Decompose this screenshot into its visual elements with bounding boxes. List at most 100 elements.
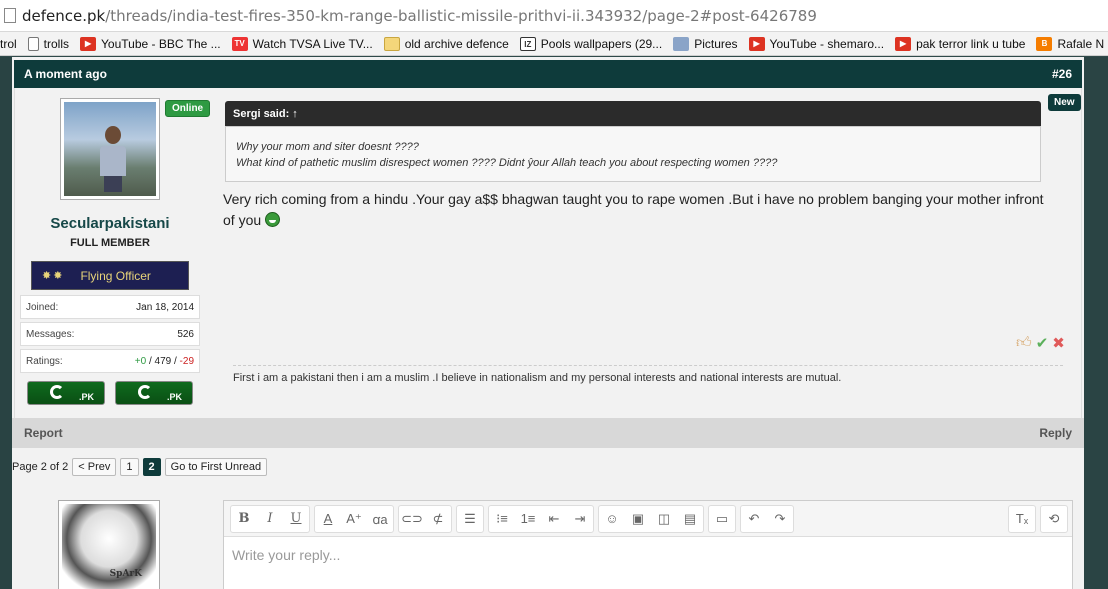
font-family-icon[interactable]: ꭤa <box>367 506 393 532</box>
unlink-icon[interactable]: ⊄ <box>425 506 451 532</box>
quote-body: Why your mom and siter doesnt ???? What … <box>225 126 1041 182</box>
image-icon[interactable]: ▣ <box>625 506 651 532</box>
check-icon[interactable]: ✔ <box>1036 334 1049 352</box>
url-path: /threads/india-test-fires-350-km-range-b… <box>105 6 817 25</box>
outdent-icon[interactable]: ⇤ <box>541 506 567 532</box>
stat-value[interactable]: 526 <box>177 329 194 340</box>
save-draft-icon[interactable]: ▭ <box>709 506 735 532</box>
signature-divider <box>233 365 1063 366</box>
indent-icon[interactable]: ⇥ <box>567 506 593 532</box>
user-title: FULL MEMBER <box>70 237 150 249</box>
bookmark-label: Pools wallpapers (29... <box>540 36 663 51</box>
bookmark-item[interactable]: old archive defence <box>383 36 509 51</box>
post-header: A moment ago #26 <box>14 60 1082 88</box>
youtube-icon: ▶ <box>895 36 912 51</box>
cross-icon[interactable]: ✖ <box>1052 334 1065 352</box>
page-2-button[interactable]: 2 <box>142 458 161 476</box>
text-color-icon[interactable]: A <box>315 506 341 532</box>
username[interactable]: Secularpakistani <box>14 215 206 232</box>
stat-label: Ratings: <box>26 355 63 367</box>
online-badge: Online <box>165 100 211 117</box>
stat-ratings: Ratings: +0 / 479 / -29 <box>20 349 200 373</box>
bookmark-item[interactable]: Pictures <box>673 36 738 51</box>
bookmark-item[interactable]: ▶ YouTube - shemaro... <box>748 36 885 51</box>
reply-avatar[interactable]: SpArK <box>58 500 160 589</box>
post-number[interactable]: #26 <box>1052 67 1072 81</box>
user-avatar[interactable] <box>60 98 160 200</box>
stat-value: +0 / 479 / -29 <box>134 355 194 367</box>
bookmark-item[interactable]: IZ Pools wallpapers (29... <box>519 36 663 51</box>
quote-author[interactable]: Sergi said: ↑ <box>233 108 298 120</box>
new-badge: New <box>1048 94 1081 111</box>
bookmark-label: old archive defence <box>404 36 509 51</box>
page-icon <box>4 8 16 23</box>
quote-header[interactable]: Sergi said: ↑ <box>225 101 1041 126</box>
grin-emoji-icon <box>265 212 281 227</box>
prev-page-button[interactable]: < Prev <box>72 458 117 476</box>
link-icon[interactable]: ⊂⊃ <box>399 506 425 532</box>
pk-flag-badge: .PK <box>115 381 193 405</box>
pk-flag-badge: .PK <box>27 381 105 405</box>
toggle-bbcode-icon[interactable]: ⟲ <box>1041 506 1067 532</box>
url-host: defence.pk <box>22 6 106 25</box>
blogger-icon: B <box>1036 36 1053 51</box>
message-content: Very rich coming from a hindu .Your gay … <box>223 191 1044 228</box>
bookmarks-bar: trol trolls ▶ YouTube - BBC The ... TV Wat… <box>0 32 1108 56</box>
thumbs-up-icon[interactable]: 👍︎ <box>1016 334 1032 352</box>
folder-icon <box>383 36 400 51</box>
redo-icon[interactable]: ↷ <box>767 506 793 532</box>
bookmark-label: Pictures <box>694 36 738 51</box>
bookmark-label: Rafale N <box>1057 36 1105 51</box>
stat-value: Jan 18, 2014 <box>136 301 194 313</box>
avatar-photo <box>64 102 156 196</box>
align-icon[interactable]: ☰ <box>457 506 483 532</box>
bookmark-label: Watch TVSA Live TV... <box>252 36 373 51</box>
quote-line: What kind of pathetic muslim disrespect … <box>236 157 778 169</box>
bookmark-item[interactable]: ▶ pak terror link u tube <box>895 36 1025 51</box>
stat-label: Joined: <box>26 301 59 313</box>
stat-messages: Messages: 526 <box>20 322 200 346</box>
tvsa-icon: TV <box>231 36 248 51</box>
rating-actions: 👍︎ ✔ ✖ <box>1016 334 1065 352</box>
quote-icon[interactable]: ▤ <box>677 506 703 532</box>
page-1-button[interactable]: 1 <box>120 458 139 476</box>
bookmark-label: YouTube - shemaro... <box>769 36 885 51</box>
message-text: Very rich coming from a hindu .Your gay … <box>223 189 1053 231</box>
stat-label: Messages: <box>26 328 75 340</box>
font-size-icon[interactable]: A⁺ <box>341 506 367 532</box>
page-background <box>0 57 12 589</box>
media-icon[interactable]: ◫ <box>651 506 677 532</box>
smilie-icon[interactable]: ☺ <box>599 506 625 532</box>
bullet-list-icon[interactable]: ⁝≡ <box>489 506 515 532</box>
stat-joined: Joined: Jan 18, 2014 <box>20 295 200 319</box>
bold-icon[interactable]: B <box>231 506 257 532</box>
bookmark-label: YouTube - BBC The ... <box>101 36 221 51</box>
youtube-icon: ▶ <box>748 36 765 51</box>
bookmark-label: trolls <box>43 36 70 51</box>
pictures-icon <box>673 36 690 51</box>
youtube-icon: ▶ <box>80 36 97 51</box>
address-bar[interactable]: defence.pk/threads/india-test-fires-350-… <box>0 0 1108 32</box>
person-figure <box>100 126 126 192</box>
reply-editor: B I U A A⁺ ꭤa ⊂⊃ ⊄ ☰ ⁝≡ 1≡ ⇤ ⇥ ☺ ▣ ◫ ▤ ▭… <box>223 500 1073 589</box>
rank-stars-icon: ✸✸ <box>42 270 65 282</box>
signature: First i am a pakistani then i am a musli… <box>233 372 842 384</box>
avatar-watermark: SpArK <box>109 569 142 579</box>
bookmark-item[interactable]: ▶ YouTube - BBC The ... <box>80 36 221 51</box>
crescent-icon <box>138 385 152 399</box>
undo-icon[interactable]: ↶ <box>741 506 767 532</box>
bookmark-item[interactable]: trol <box>0 37 17 51</box>
rank-badge: ✸✸ Flying Officer <box>31 261 189 290</box>
number-list-icon[interactable]: 1≡ <box>515 506 541 532</box>
bookmark-item[interactable]: TV Watch TVSA Live TV... <box>231 36 373 51</box>
bookmark-item[interactable]: B Rafale N <box>1036 36 1105 51</box>
reply-input[interactable]: Write your reply... <box>224 537 1072 573</box>
first-unread-button[interactable]: Go to First Unread <box>164 458 268 476</box>
italic-icon[interactable]: I <box>257 506 283 532</box>
remove-format-icon[interactable]: Tₓ <box>1009 506 1035 532</box>
bookmark-label: trol <box>0 36 17 51</box>
bookmark-item[interactable]: trolls <box>27 36 70 51</box>
reply-link[interactable]: Reply <box>1039 426 1072 440</box>
report-link[interactable]: Report <box>24 426 63 440</box>
underline-icon[interactable]: U <box>283 506 309 532</box>
